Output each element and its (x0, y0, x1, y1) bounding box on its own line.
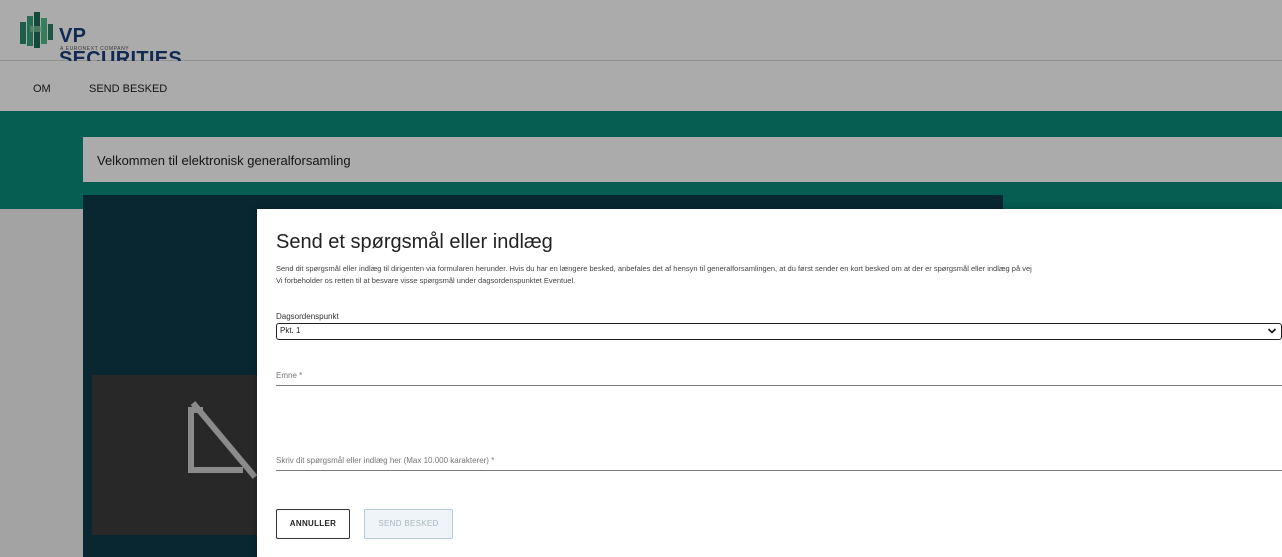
send-question-dialog: Send et spørgsmål eller indlæg Send dit … (257, 209, 1282, 557)
message-placeholder: Skriv dit spørgsmål eller indlæg her (Ma… (276, 456, 495, 465)
dialog-description-line2: Vi forbeholder os retten til at besvare … (276, 276, 576, 285)
agenda-selected-value: Pkt. 1 (280, 326, 301, 335)
message-textarea[interactable]: Skriv dit spørgsmål eller indlæg her (Ma… (276, 409, 1282, 471)
dialog-title: Send et spørgsmål eller indlæg (276, 231, 553, 253)
subject-placeholder: Emne * (276, 371, 303, 380)
agenda-select[interactable]: Pkt. 1 (276, 323, 1282, 340)
chevron-down-icon (1267, 328, 1277, 334)
cancel-button[interactable]: ANNULLER (276, 509, 350, 539)
dialog-description-line1: Send dit spørgsmål eller indlæg til diri… (276, 264, 1032, 273)
send-message-button[interactable]: SEND BESKED (364, 509, 453, 539)
subject-input[interactable]: Emne * (276, 359, 1282, 386)
dialog-description: Send dit spørgsmål eller indlæg til diri… (276, 263, 1282, 287)
agenda-label: Dagsordenspunkt (276, 312, 339, 321)
